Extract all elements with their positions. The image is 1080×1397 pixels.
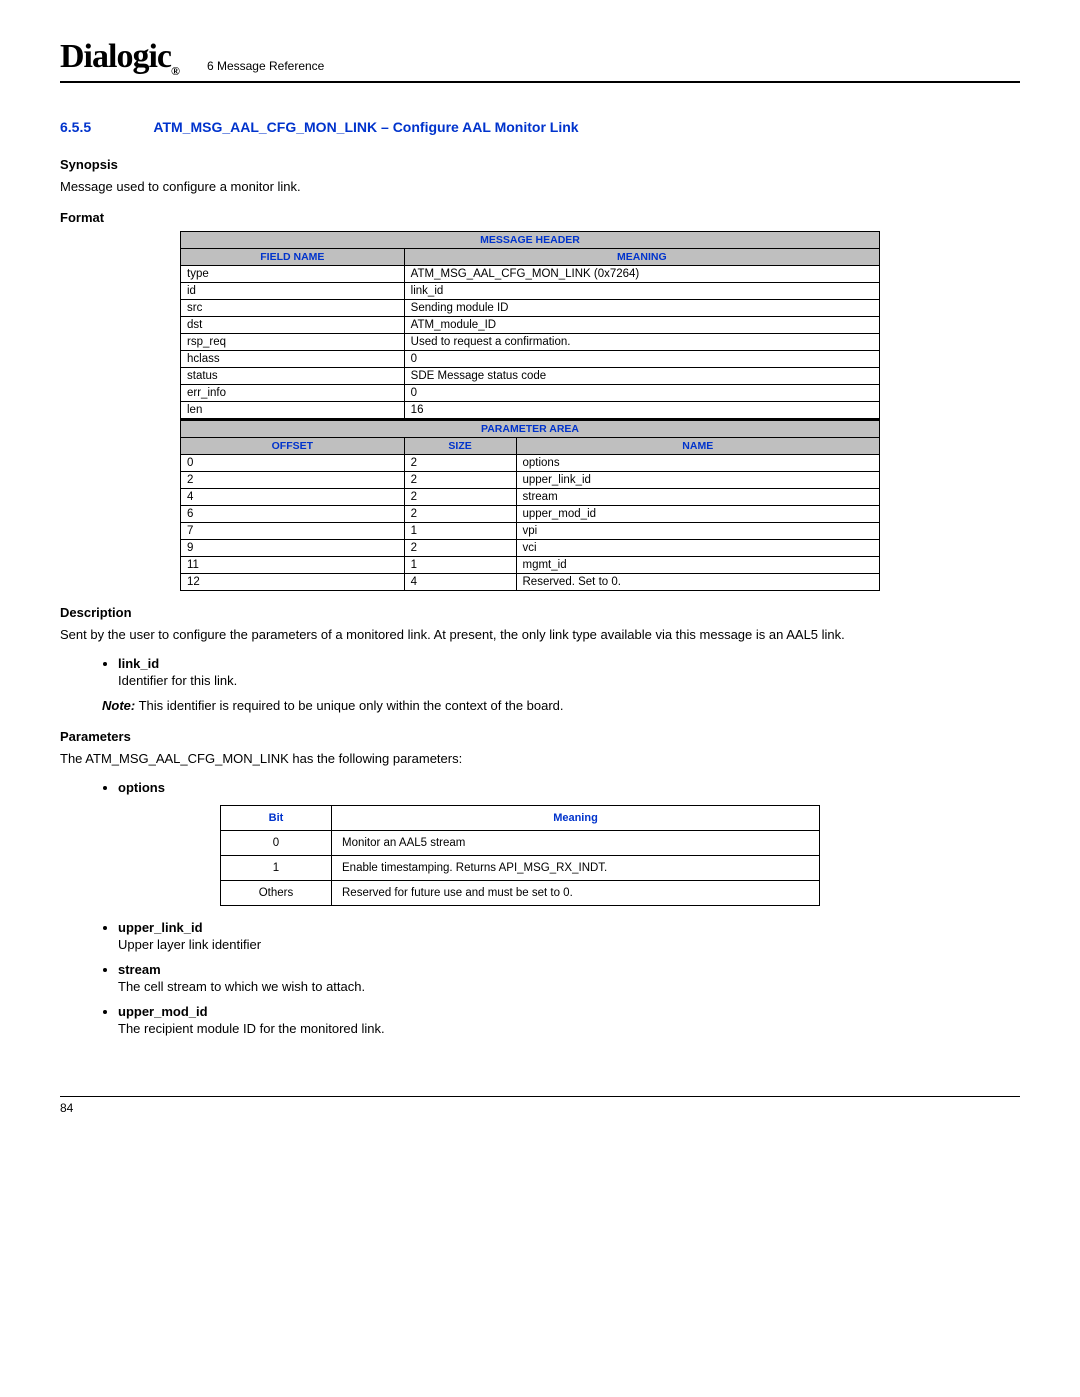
note-text: This identifier is required to be unique…	[139, 698, 564, 713]
page-number: 84	[60, 1101, 73, 1115]
table-row: rsp_reqUsed to request a confirmation.	[181, 333, 880, 350]
chapter-label: 6 Message Reference	[207, 59, 324, 73]
link-id-desc: Identifier for this link.	[118, 673, 1020, 688]
table-row: dstATM_module_ID	[181, 316, 880, 333]
link-id-list: link_id Identifier for this link.	[60, 656, 1020, 688]
section-heading: 6.5.5 ATM_MSG_AAL_CFG_MON_LINK – Configu…	[60, 119, 1020, 135]
registered-mark: ®	[171, 64, 179, 78]
table-row: idlink_id	[181, 282, 880, 299]
parameters-intro: The ATM_MSG_AAL_CFG_MON_LINK has the fol…	[60, 750, 1020, 768]
brand-logo: Dialogic®	[60, 40, 179, 77]
list-item: options	[118, 780, 1020, 795]
param-desc: Upper layer link identifier	[118, 937, 1020, 952]
table-row: 0Monitor an AAL5 stream	[221, 831, 820, 856]
param-desc: The cell stream to which we wish to atta…	[118, 979, 1020, 994]
table-row: len16	[181, 401, 880, 419]
list-item: link_id Identifier for this link.	[118, 656, 1020, 688]
parameter-area-label: PARAMETER AREA	[181, 419, 880, 437]
param-name: upper_mod_id	[118, 1004, 1020, 1019]
param-name: upper_link_id	[118, 920, 1020, 935]
synopsis-text: Message used to configure a monitor link…	[60, 178, 1020, 196]
table-row: 111mgmt_id	[181, 556, 880, 573]
brand-logo-text: Dialogic	[60, 38, 171, 75]
table-row: 02options	[181, 454, 880, 471]
table-row: 1Enable timestamping. Returns API_MSG_RX…	[221, 856, 820, 881]
table-row: statusSDE Message status code	[181, 367, 880, 384]
size-label: SIZE	[404, 437, 516, 454]
param-desc: The recipient module ID for the monitore…	[118, 1021, 1020, 1036]
page-header: Dialogic® 6 Message Reference	[60, 40, 1020, 83]
note-block: Note: This identifier is required to be …	[102, 698, 1020, 713]
list-item: stream The cell stream to which we wish …	[118, 962, 1020, 994]
parameters-label: Parameters	[60, 729, 1020, 744]
options-table: Bit Meaning 0Monitor an AAL5 stream 1Ena…	[220, 805, 820, 906]
section-number: 6.5.5	[60, 119, 150, 135]
page-footer: 84	[60, 1096, 1020, 1115]
table-row: hclass0	[181, 350, 880, 367]
table-row: 124Reserved. Set to 0.	[181, 573, 880, 590]
description-label: Description	[60, 605, 1020, 620]
opt-meaning-label: Meaning	[332, 806, 820, 831]
offset-label: OFFSET	[181, 437, 405, 454]
table-row: OthersReserved for future use and must b…	[221, 881, 820, 906]
param-name: stream	[118, 962, 1020, 977]
message-header-label: MESSAGE HEADER	[181, 231, 880, 248]
link-id-name: link_id	[118, 656, 1020, 671]
table-row: 42stream	[181, 488, 880, 505]
parameters-list: upper_link_id Upper layer link identifie…	[60, 920, 1020, 1036]
table-row: typeATM_MSG_AAL_CFG_MON_LINK (0x7264)	[181, 265, 880, 282]
table-row: err_info0	[181, 384, 880, 401]
options-name: options	[118, 780, 1020, 795]
table-row: 22upper_link_id	[181, 471, 880, 488]
bit-label: Bit	[221, 806, 332, 831]
table-row: 71vpi	[181, 522, 880, 539]
section-title: ATM_MSG_AAL_CFG_MON_LINK – Configure AAL…	[153, 119, 578, 135]
meaning-label: MEANING	[404, 248, 879, 265]
table-row: 62upper_mod_id	[181, 505, 880, 522]
format-label: Format	[60, 210, 1020, 225]
list-item: upper_link_id Upper layer link identifie…	[118, 920, 1020, 952]
format-table: MESSAGE HEADER FIELD NAME MEANING typeAT…	[180, 231, 880, 591]
options-list: options	[60, 780, 1020, 795]
name-label: NAME	[516, 437, 880, 454]
note-label: Note:	[102, 698, 135, 713]
list-item: upper_mod_id The recipient module ID for…	[118, 1004, 1020, 1036]
synopsis-label: Synopsis	[60, 157, 1020, 172]
field-name-label: FIELD NAME	[181, 248, 405, 265]
table-row: 92vci	[181, 539, 880, 556]
table-row: srcSending module ID	[181, 299, 880, 316]
description-text: Sent by the user to configure the parame…	[60, 626, 1020, 644]
